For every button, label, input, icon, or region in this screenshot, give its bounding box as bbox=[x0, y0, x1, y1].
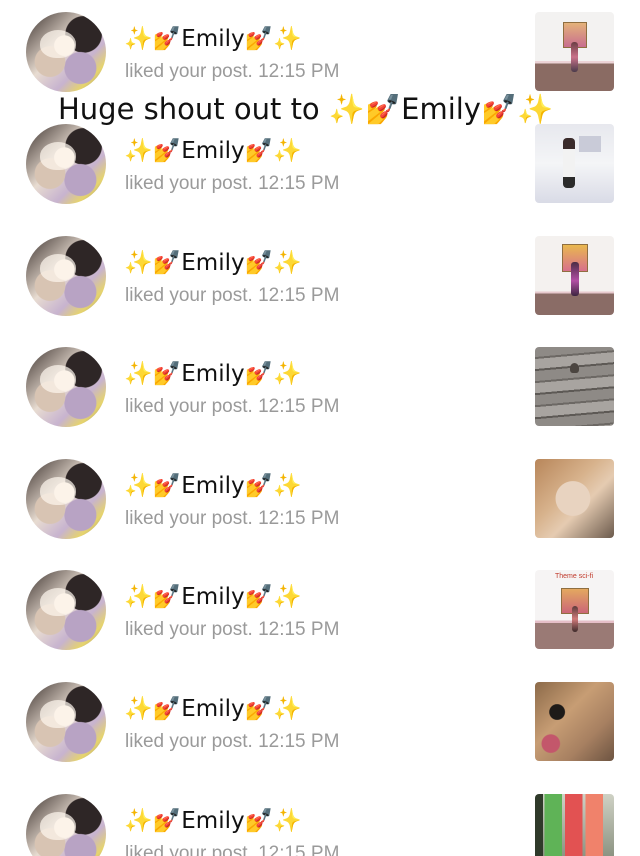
thumbnail-caption: Theme sci-fi bbox=[555, 573, 594, 580]
timestamp: 12:15 PM bbox=[258, 619, 340, 640]
avatar[interactable] bbox=[26, 124, 106, 204]
post-thumbnail[interactable] bbox=[535, 124, 614, 203]
notification-text: liked your post. 12:15 PM bbox=[125, 506, 339, 532]
timestamp: 12:15 PM bbox=[258, 61, 340, 82]
post-thumbnail[interactable] bbox=[535, 12, 614, 91]
avatar[interactable] bbox=[26, 459, 106, 539]
username[interactable]: ✨💅Emily💅✨ bbox=[124, 246, 302, 280]
timestamp: 12:15 PM bbox=[258, 285, 340, 306]
action-text: liked your post. bbox=[125, 508, 253, 529]
notification-row[interactable]: ✨💅Emily💅✨ liked your post. 12:15 PM bbox=[0, 670, 640, 782]
action-text: liked your post. bbox=[125, 619, 253, 640]
notification-text: liked your post. 12:15 PM bbox=[125, 729, 339, 755]
post-thumbnail[interactable] bbox=[535, 459, 614, 538]
notification-text: liked your post. 12:15 PM bbox=[125, 617, 339, 643]
action-text: liked your post. bbox=[125, 173, 253, 194]
timestamp: 12:15 PM bbox=[258, 508, 340, 529]
post-thumbnail[interactable] bbox=[535, 347, 614, 426]
notification-row[interactable]: ✨💅Emily💅✨ liked your post. 12:15 PM bbox=[0, 224, 640, 336]
notification-row[interactable]: ✨💅Emily💅✨ liked your post. 12:15 PM bbox=[0, 335, 640, 447]
avatar[interactable] bbox=[26, 682, 106, 762]
timestamp: 12:15 PM bbox=[258, 843, 340, 856]
notification-text: liked your post. 12:15 PM bbox=[125, 841, 339, 856]
action-text: liked your post. bbox=[125, 285, 253, 306]
notification-row[interactable]: ✨💅Emily💅✨ liked your post. 12:15 PM bbox=[0, 782, 640, 856]
avatar[interactable] bbox=[26, 236, 106, 316]
username[interactable]: ✨💅Emily💅✨ bbox=[124, 134, 302, 168]
notification-row[interactable]: ✨💅Emily💅✨ liked your post. 12:15 PM bbox=[0, 447, 640, 559]
notification-row[interactable]: ✨💅Emily💅✨ liked your post. 12:15 PM Them… bbox=[0, 558, 640, 670]
timestamp: 12:15 PM bbox=[258, 731, 340, 752]
username[interactable]: ✨💅Emily💅✨ bbox=[124, 469, 302, 503]
timestamp: 12:15 PM bbox=[258, 173, 340, 194]
notification-text: liked your post. 12:15 PM bbox=[125, 171, 339, 197]
username[interactable]: ✨💅Emily💅✨ bbox=[124, 357, 302, 391]
action-text: liked your post. bbox=[125, 61, 253, 82]
username[interactable]: ✨💅Emily💅✨ bbox=[124, 804, 302, 838]
shout-out-banner: Huge shout out to ✨💅Emily💅✨ bbox=[58, 92, 554, 126]
action-text: liked your post. bbox=[125, 731, 253, 752]
timestamp: 12:15 PM bbox=[258, 396, 340, 417]
post-thumbnail[interactable] bbox=[535, 236, 614, 315]
avatar[interactable] bbox=[26, 347, 106, 427]
notification-text: liked your post. 12:15 PM bbox=[125, 394, 339, 420]
post-thumbnail[interactable] bbox=[535, 682, 614, 761]
username[interactable]: ✨💅Emily💅✨ bbox=[124, 692, 302, 726]
notification-text: liked your post. 12:15 PM bbox=[125, 59, 339, 85]
avatar[interactable] bbox=[26, 12, 106, 92]
post-thumbnail[interactable]: Theme sci-fi bbox=[535, 570, 614, 649]
notification-text: liked your post. 12:15 PM bbox=[125, 283, 339, 309]
action-text: liked your post. bbox=[125, 396, 253, 417]
username[interactable]: ✨💅Emily💅✨ bbox=[124, 580, 302, 614]
avatar[interactable] bbox=[26, 794, 106, 856]
username[interactable]: ✨💅Emily💅✨ bbox=[124, 22, 302, 56]
action-text: liked your post. bbox=[125, 843, 253, 856]
avatar[interactable] bbox=[26, 570, 106, 650]
post-thumbnail[interactable] bbox=[535, 794, 614, 856]
